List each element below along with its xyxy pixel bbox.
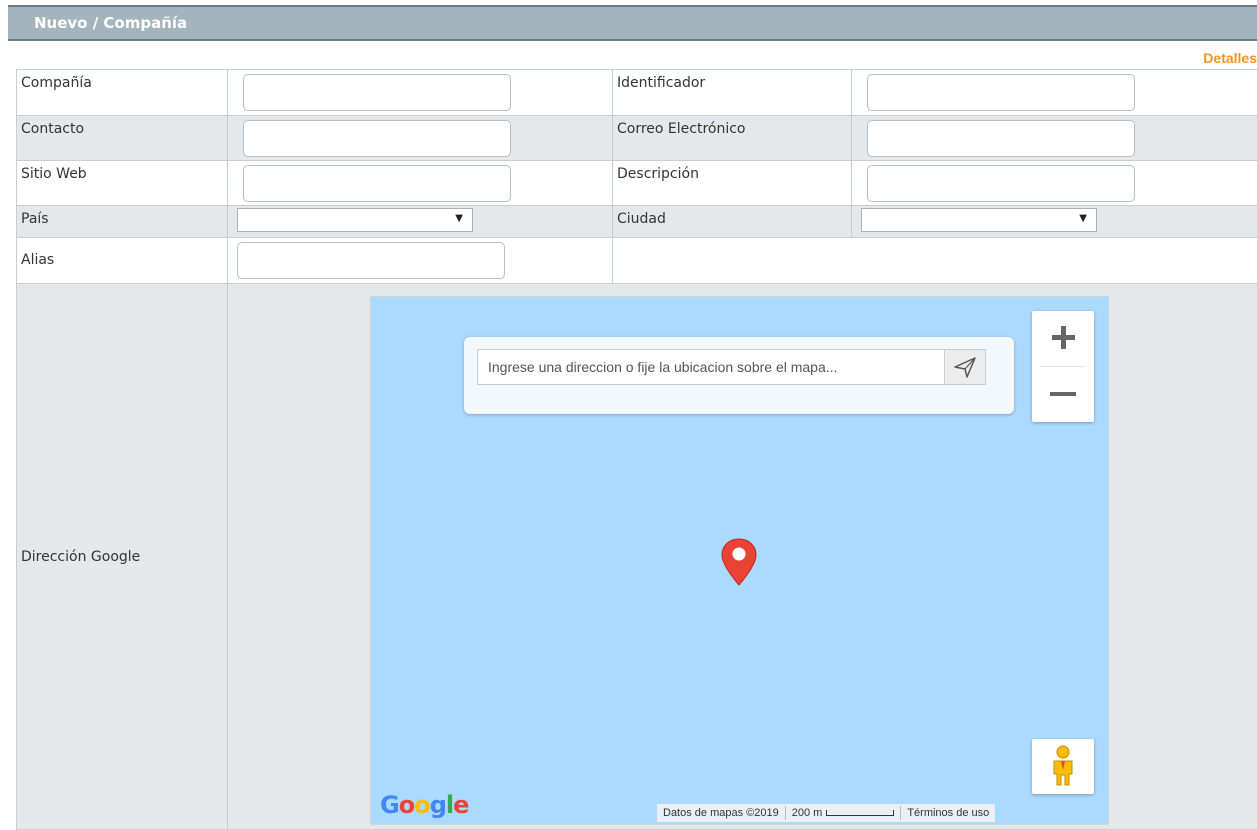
identifier-input-cell [851,69,1257,116]
contact-input[interactable] [243,120,511,157]
email-label-cell: Correo Electrónico [612,115,852,161]
minus-icon [1050,392,1076,396]
map-attribution-bar: Datos de mapas ©2019 200 m Términos de u… [657,804,996,822]
header-bar: Nuevo / Compañía [8,5,1257,41]
company-form: Compañía Identificador Contacto Correo E… [16,69,1257,830]
zoom-in-button[interactable] [1032,311,1094,366]
map-label-cell: Dirección Google [16,283,228,830]
form-row-country: País ▼ Ciudad ▼ [16,205,1257,238]
form-row-alias: Alias [16,237,1257,284]
send-icon [954,357,976,378]
zoom-out-button[interactable] [1032,367,1094,422]
zoom-control [1032,311,1094,422]
form-row-map: Dirección Google Ingrese una direccion o… [16,283,1257,830]
email-input[interactable] [867,120,1135,157]
google-logo: Google [380,791,469,819]
description-input-cell [851,160,1257,206]
city-label: Ciudad [617,211,666,227]
map-scale: 200 m [786,807,901,819]
company-input-cell [227,69,613,116]
country-label-cell: País [16,205,228,238]
address-search-input[interactable]: Ingrese una direccion o fije la ubicacio… [477,349,944,385]
country-select-cell: ▼ [227,205,613,238]
country-select[interactable]: ▼ [237,208,473,232]
form-row-website: Sitio Web Descripción [16,160,1257,206]
website-input[interactable] [243,165,511,202]
identifier-input[interactable] [867,74,1135,111]
contact-input-cell [227,115,613,161]
page-title: Nuevo / Compañía [34,14,188,32]
scale-bar [826,810,895,817]
contact-label-cell: Contacto [16,115,228,161]
website-label-cell: Sitio Web [16,160,228,206]
company-label: Compañía [21,75,92,91]
chevron-down-icon: ▼ [455,213,463,224]
identifier-label-cell: Identificador [612,69,852,116]
company-input[interactable] [243,74,511,111]
chevron-down-icon: ▼ [1079,213,1087,224]
terms-of-use-link[interactable]: Términos de uso [901,807,995,819]
send-location-button[interactable] [944,349,986,385]
alias-label: Alias [21,252,55,268]
country-label: País [21,211,49,227]
street-view-button[interactable] [1032,739,1094,794]
description-input[interactable] [867,165,1135,202]
form-row-company: Compañía Identificador [16,69,1257,116]
map-marker-icon[interactable] [719,537,759,593]
email-label: Correo Electrónico [617,121,746,137]
alias-input-cell [227,237,613,284]
map-label: Dirección Google [21,548,141,565]
details-link[interactable]: Detalles [1203,50,1257,66]
alias-empty-cell [612,237,1257,284]
company-label-cell: Compañía [16,69,228,116]
contact-label: Contacto [21,121,85,137]
pegman-icon [1053,745,1073,786]
description-label: Descripción [617,166,699,182]
plus-icon [1052,326,1075,349]
website-label: Sitio Web [21,166,87,182]
city-label-cell: Ciudad [612,205,852,238]
website-input-cell [227,160,613,206]
identifier-label: Identificador [617,75,706,91]
alias-input[interactable] [237,242,505,279]
google-map[interactable]: Ingrese una direccion o fije la ubicacio… [370,296,1109,825]
map-data-attribution: Datos de mapas ©2019 [663,807,779,819]
email-input-cell [851,115,1257,161]
city-select-cell: ▼ [851,205,1257,238]
map-cell: Ingrese una direccion o fije la ubicacio… [227,283,1257,830]
map-scale-label: 200 m [791,807,823,819]
description-label-cell: Descripción [612,160,852,206]
alias-label-cell: Alias [16,237,228,284]
form-row-contact: Contacto Correo Electrónico [16,115,1257,161]
map-search-box: Ingrese una direccion o fije la ubicacio… [464,337,1014,414]
city-select[interactable]: ▼ [861,208,1097,232]
